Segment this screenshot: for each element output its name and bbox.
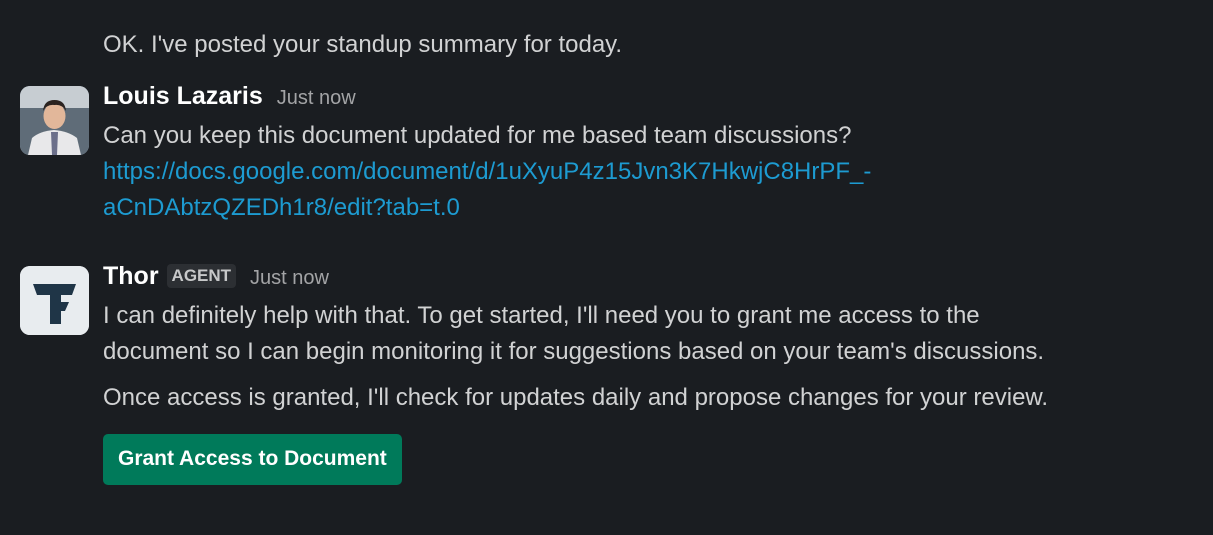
message-content: I can definitely help with that. To get … xyxy=(103,298,1193,416)
message-text: Can you keep this document updated for m… xyxy=(103,122,852,149)
message-text: OK. I've posted your standup summary for… xyxy=(103,31,623,58)
document-link-line2: aCnDAbtzQZEDh1r8/edit?tab=t.0 xyxy=(103,194,460,221)
author-name[interactable]: Louis Lazaris xyxy=(103,82,263,111)
user-photo-avatar xyxy=(20,86,89,155)
message-body: Thor AGENT Just now I can definitely hel… xyxy=(103,262,1193,485)
paragraph-1-line-1: I can definitely help with that. To get … xyxy=(103,302,980,329)
message-body: Louis Lazaris Just now Can you keep this… xyxy=(103,82,1193,226)
grant-access-button[interactable]: Grant Access to Document xyxy=(103,434,402,485)
thor-logo-icon xyxy=(20,266,89,335)
message-paragraph-1: I can definitely help with that. To get … xyxy=(103,298,1193,370)
document-link[interactable]: https://docs.google.com/document/d/1uXyu… xyxy=(103,158,871,221)
message-continued: OK. I've posted your standup summary for… xyxy=(103,27,622,63)
timestamp[interactable]: Just now xyxy=(250,267,329,290)
author-name[interactable]: Thor xyxy=(103,262,159,291)
paragraph-1-line-2: document so I can begin monitoring it fo… xyxy=(103,338,1045,365)
message-paragraph-2: Once access is granted, I'll check for u… xyxy=(103,384,1049,411)
message-header: Thor AGENT Just now xyxy=(103,262,1193,298)
message-content: Can you keep this document updated for m… xyxy=(103,118,1193,226)
agent-badge: AGENT xyxy=(166,264,237,288)
agent-avatar[interactable] xyxy=(20,266,89,335)
user-avatar[interactable] xyxy=(20,86,89,155)
timestamp[interactable]: Just now xyxy=(277,87,356,110)
chat-message-list: OK. I've posted your standup summary for… xyxy=(0,0,1213,535)
document-link-line1: https://docs.google.com/document/d/1uXyu… xyxy=(103,158,872,185)
message-header: Louis Lazaris Just now xyxy=(103,82,1193,118)
